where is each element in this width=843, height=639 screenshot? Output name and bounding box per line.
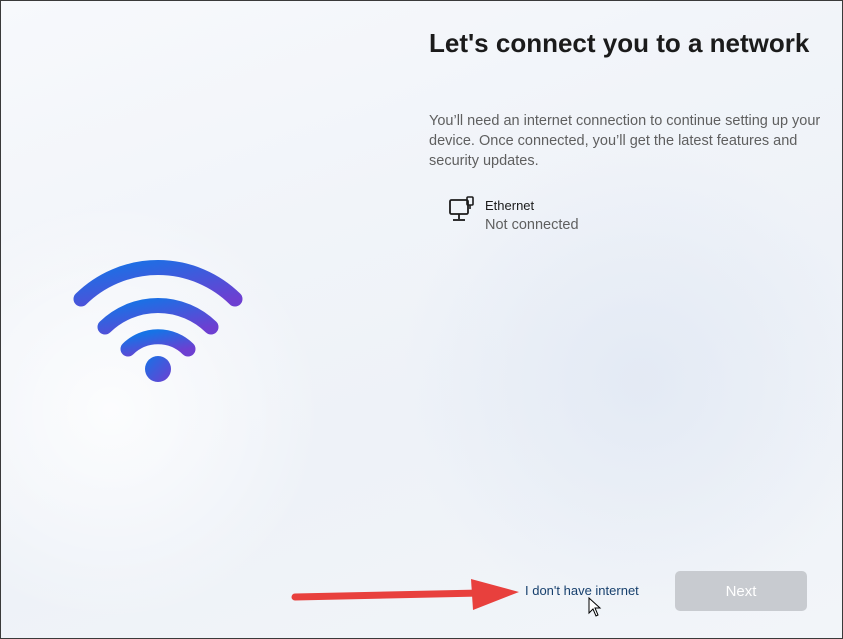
page-title: Let's connect you to a network xyxy=(429,28,810,58)
oobe-window: Let's connect you to a network You’ll ne… xyxy=(0,0,843,639)
wifi-icon xyxy=(73,260,243,382)
network-name: Ethernet xyxy=(485,198,535,213)
network-status: Not connected xyxy=(485,217,579,233)
background-glow xyxy=(1,181,341,638)
ethernet-icon xyxy=(449,196,474,221)
red-arrow-icon xyxy=(291,579,519,610)
network-item-ethernet[interactable]: Ethernet Not connected xyxy=(447,195,747,239)
page-description: You’ll need an internet connection to co… xyxy=(429,113,821,169)
next-button[interactable]: Next xyxy=(675,571,807,611)
mouse-cursor-icon xyxy=(588,597,602,617)
no-internet-link[interactable]: I don't have internet xyxy=(525,583,639,598)
